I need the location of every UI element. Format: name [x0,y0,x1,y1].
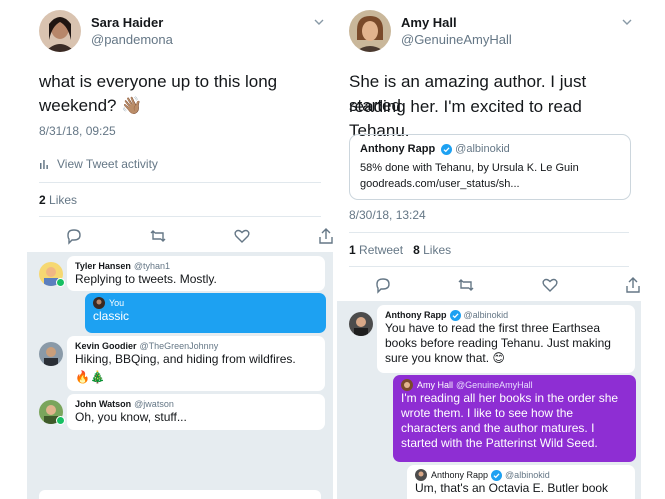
quoted-author-name: Anthony Rapp [360,143,436,155]
reply-text: Hiking, BBQing, and hiding from wildfire… [75,352,296,366]
tweet-detail-left: Sara Haider @pandemona what is everyone … [27,0,333,499]
reply-author-name: Tyler Hansen [75,261,131,271]
view-activity-label: View Tweet activity [57,157,158,171]
reply-bubble[interactable]: John Watson @jwatson Oh, you know, stuff.… [67,394,325,430]
divider [39,216,321,217]
reply-text-line3: sure you know that. 😊 [385,351,505,365]
reply-bubble[interactable]: Anthony Rapp @albinokid You have to read… [377,305,635,373]
online-status-dot [56,416,65,425]
likes-label: Likes [423,243,452,257]
reply-author-name: John Watson [75,399,132,409]
divider [39,182,321,183]
tweet-author[interactable]: Amy Hall @GenuineAmyHall [349,10,512,52]
quoted-link[interactable]: goodreads.com/user_status/sh... [360,176,620,192]
reply-bubble[interactable]: Anthony Rapp @albinokid Um, that's an Oc… [407,465,635,499]
like-icon[interactable] [541,276,559,294]
reply-text-line1: You have to read the first three Earthse… [385,321,601,335]
timestamp: 8/31/18, 09:25 [39,124,116,138]
tweet-actions [374,276,641,294]
reply-author-name: Amy Hall [417,380,454,390]
engagement-summary: 1 Retweet 8 Likes [349,243,451,257]
reply-author-handle: @albinokid [463,310,509,320]
divider [349,266,629,267]
reply-text-line2: books before reading Tehanu. Just making [385,336,611,350]
likes-label: Likes [49,193,78,207]
quoted-tweet[interactable]: Anthony Rapp @albinokid 58% done with Te… [349,134,631,200]
author-handle[interactable]: @GenuineAmyHall [401,31,512,48]
reply-icon[interactable] [374,276,392,294]
reply-author-name: Kevin Goodier [75,341,137,351]
reply-author-name: You [109,298,125,308]
retweets-summary[interactable]: 1 Retweet [349,243,403,257]
reply-text-line3: characters and the author matures. I [401,421,595,435]
tweet-author[interactable]: Sara Haider @pandemona [39,10,173,52]
chevron-down-icon[interactable] [313,16,325,28]
share-icon[interactable] [317,227,333,245]
avatar[interactable] [39,10,81,52]
likes-count: 8 [413,243,420,257]
avatar[interactable] [349,10,391,52]
author-name[interactable]: Sara Haider [91,14,173,31]
bar-chart-icon [40,160,48,169]
retweet-icon[interactable] [149,227,167,245]
tweet-text-line2: weekend? 👋🏽 [39,96,143,115]
reply-author-handle: @albinokid [505,470,550,480]
my-reply-bubble[interactable]: Amy Hall @GenuineAmyHall I'm reading all… [393,375,636,462]
timestamp: 8/30/18, 13:24 [349,208,426,222]
reply-text-line2: wrote them. I like to see how the [401,406,574,420]
retweets-label: Retweet [359,243,404,257]
verified-icon [441,144,453,155]
reply-text: Oh, you know, stuff... [75,410,187,424]
avatar [401,379,413,391]
reply-text: Replying to tweets. Mostly. [75,272,217,286]
divider [349,232,629,233]
chevron-down-icon[interactable] [621,16,633,28]
reply-text-line1: Um, that's an Octavia E. Butler book [415,481,609,495]
reply-author-handle: @jwatson [134,399,174,409]
reply-text: classic [93,309,130,323]
view-activity-link[interactable]: View Tweet activity [39,157,158,171]
verified-icon [449,309,461,321]
reply-text-line4: started with the Patterinst Wild Seed. [401,436,598,450]
tweet-detail-right: Amy Hall @GenuineAmyHall She is an amazi… [337,0,641,499]
author-handle[interactable]: @pandemona [91,31,173,48]
author-name[interactable]: Amy Hall [401,14,512,31]
avatar [93,297,105,309]
reply-bubble[interactable]: Tyler Hansen @tyhan1 Replying to tweets. … [67,256,325,291]
reply-author-handle: @tyhan1 [133,261,171,271]
reply-icon[interactable] [65,227,83,245]
reply-author-name: Anthony Rapp [431,470,489,480]
likes-summary[interactable]: 8 Likes [413,243,451,257]
reply-emoji: 🔥🎄 [75,370,105,384]
quoted-text-line1: 58% done with Tehanu, by Ursula K. Le Gu… [360,162,579,174]
conversation-area: Tyler Hansen @tyhan1 Replying to tweets. … [27,252,333,499]
reply-text-line1: I'm reading all her books in the order s… [401,391,619,405]
quoted-author-handle: @albinokid [455,143,510,155]
reply-bubble[interactable]: Kevin Goodier @TheGreenJohnny Hiking, BBQ… [67,336,325,391]
likes-summary[interactable]: 2 Likes [39,193,77,207]
retweets-count: 1 [349,243,356,257]
avatar[interactable] [349,312,373,336]
online-status-dot [56,278,65,287]
reply-author-handle: @TheGreenJohnny [139,341,219,351]
share-icon[interactable] [624,276,641,294]
verified-icon [491,469,503,481]
reply-author-name: Anthony Rapp [385,310,447,320]
retweet-icon[interactable] [457,276,475,294]
reply-author-handle: @GenuineAmyHall [456,380,533,390]
avatar[interactable] [39,342,63,366]
likes-count: 2 [39,193,46,207]
avatar [415,469,427,481]
next-reply-peek [39,490,321,499]
tweet-text-line1: what is everyone up to this long [39,72,278,91]
conversation-area: Anthony Rapp @albinokid You have to read… [337,301,641,499]
like-icon[interactable] [233,227,251,245]
my-reply-bubble[interactable]: You classic [85,293,326,333]
tweet-actions [65,227,333,245]
